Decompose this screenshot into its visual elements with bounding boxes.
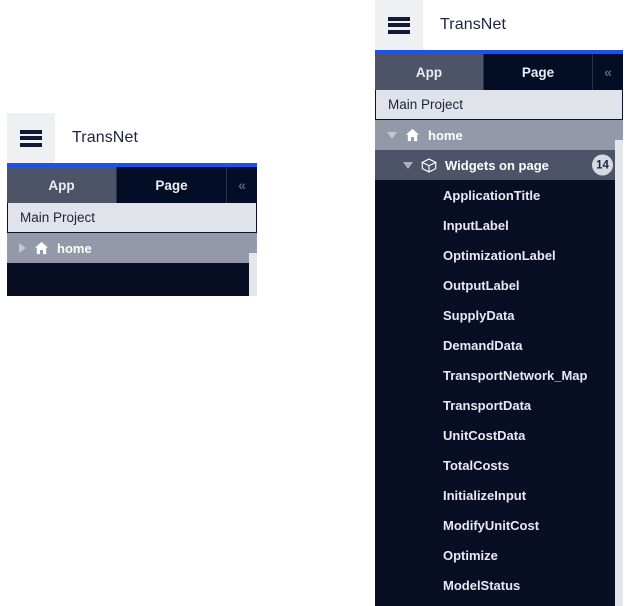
widgets-on-page-label: Widgets on page — [445, 157, 549, 173]
app-title: TransNet — [72, 129, 139, 146]
widget-list-item-label: UnitCostData — [443, 427, 526, 443]
widget-list-item[interactable]: TotalCosts — [375, 450, 623, 480]
app-title-2: TransNet — [440, 16, 507, 33]
widget-list-item[interactable]: UnitCostData — [375, 420, 623, 450]
tab-app[interactable]: App — [7, 167, 117, 203]
widget-list-item-label: SupplyData — [443, 307, 515, 323]
chevron-double-left-icon: « — [604, 64, 612, 80]
widget-list-item-label: TransportNetwork_Map — [443, 367, 588, 383]
widget-list-item[interactable]: InputLabel — [375, 210, 623, 240]
main-project-label: Main Project — [20, 210, 96, 225]
screenshot-root: TransNet App Page « Main Project home Tr… — [0, 0, 632, 606]
tab-app-2[interactable]: App — [375, 54, 484, 90]
tree-row-home-label: home — [57, 240, 92, 256]
tree-row-home-label-2: home — [428, 127, 463, 143]
widget-list-item-label: InitializeInput — [443, 487, 527, 503]
app-panel-body: Main Project home — [7, 203, 257, 296]
app-panel-tabstrip: App Page « — [7, 167, 257, 203]
main-project-label-2: Main Project — [388, 97, 464, 112]
widget-list-item-label: OptimizationLabel — [443, 247, 556, 263]
app-tree-panel: TransNet App Page « Main Project home — [7, 113, 257, 296]
tree-row-home-2[interactable]: home — [375, 120, 623, 150]
tree-row-main-project[interactable]: Main Project — [7, 203, 257, 233]
widget-count-badge: 14 — [592, 154, 613, 176]
home-icon — [34, 241, 49, 255]
page-panel-body: Main Project home Widgets on page 14 App… — [375, 90, 623, 606]
widget-list-item[interactable]: SupplyData — [375, 300, 623, 330]
package-icon — [421, 157, 437, 173]
caret-down-icon[interactable] — [387, 131, 397, 139]
app-project-tree: Main Project home — [7, 203, 257, 296]
widget-list-item-label: TransportData — [443, 397, 532, 413]
hamburger-menu-icon — [388, 16, 410, 34]
page-panel-tabstrip: App Page « — [375, 54, 623, 90]
hamburger-menu-button[interactable] — [7, 113, 55, 163]
widget-list: ApplicationTitle InputLabel OptimizationLa… — [375, 180, 623, 600]
widget-list-item[interactable]: OutputLabel — [375, 270, 623, 300]
collapse-panel-button-2[interactable]: « — [593, 54, 623, 90]
collapse-panel-button[interactable]: « — [227, 167, 257, 203]
home-icon — [405, 128, 420, 142]
widget-list-item-label: ModelStatus — [443, 577, 521, 593]
widget-list-item[interactable]: ModelStatus — [375, 570, 623, 600]
app-panel-header: TransNet — [7, 113, 257, 163]
tree-row-widgets-on-page[interactable]: Widgets on page 14 — [375, 150, 623, 180]
widget-list-item[interactable]: OptimizationLabel — [375, 240, 623, 270]
hamburger-menu-icon — [20, 129, 42, 147]
tab-page-2[interactable]: Page — [484, 54, 593, 90]
widget-list-item[interactable]: ApplicationTitle — [375, 180, 623, 210]
widget-list-item-label: OutputLabel — [443, 277, 520, 293]
widget-list-item-label: ApplicationTitle — [443, 187, 541, 203]
page-tree-panel: TransNet App Page « Main Project home Wi… — [375, 0, 623, 606]
widget-list-item-label: TotalCosts — [443, 457, 510, 473]
tree-row-home[interactable]: home — [7, 233, 257, 263]
chevron-double-left-icon: « — [238, 177, 246, 193]
widget-list-item-label: ModifyUnitCost — [443, 517, 540, 533]
tab-app-label-2: App — [415, 64, 443, 80]
page-panel-header: TransNet — [375, 0, 623, 50]
tab-page[interactable]: Page — [117, 167, 227, 203]
widget-list-item[interactable]: TransportNetwork_Map — [375, 360, 623, 390]
widget-list-item[interactable]: DemandData — [375, 330, 623, 360]
tree-row-main-project-2[interactable]: Main Project — [375, 90, 623, 120]
app-panel-scroll-gutter[interactable] — [249, 253, 257, 296]
widget-list-item[interactable]: InitializeInput — [375, 480, 623, 510]
widget-list-item-label: Optimize — [443, 547, 498, 563]
hamburger-menu-button-2[interactable] — [375, 0, 423, 50]
caret-right-icon[interactable] — [19, 243, 26, 253]
page-panel-scroll-gutter[interactable] — [615, 140, 623, 606]
tab-app-label: App — [48, 177, 75, 193]
widget-list-item-label: InputLabel — [443, 217, 509, 233]
widget-list-item[interactable]: TransportData — [375, 390, 623, 420]
widget-list-item[interactable]: Optimize — [375, 540, 623, 570]
page-project-tree: Main Project home Widgets on page 14 App… — [375, 90, 623, 606]
widget-list-item-label: DemandData — [443, 337, 523, 353]
tab-page-label: Page — [155, 177, 188, 193]
widget-list-item[interactable]: ModifyUnitCost — [375, 510, 623, 540]
tab-page-label-2: Page — [521, 64, 555, 80]
caret-down-icon[interactable] — [403, 161, 413, 169]
